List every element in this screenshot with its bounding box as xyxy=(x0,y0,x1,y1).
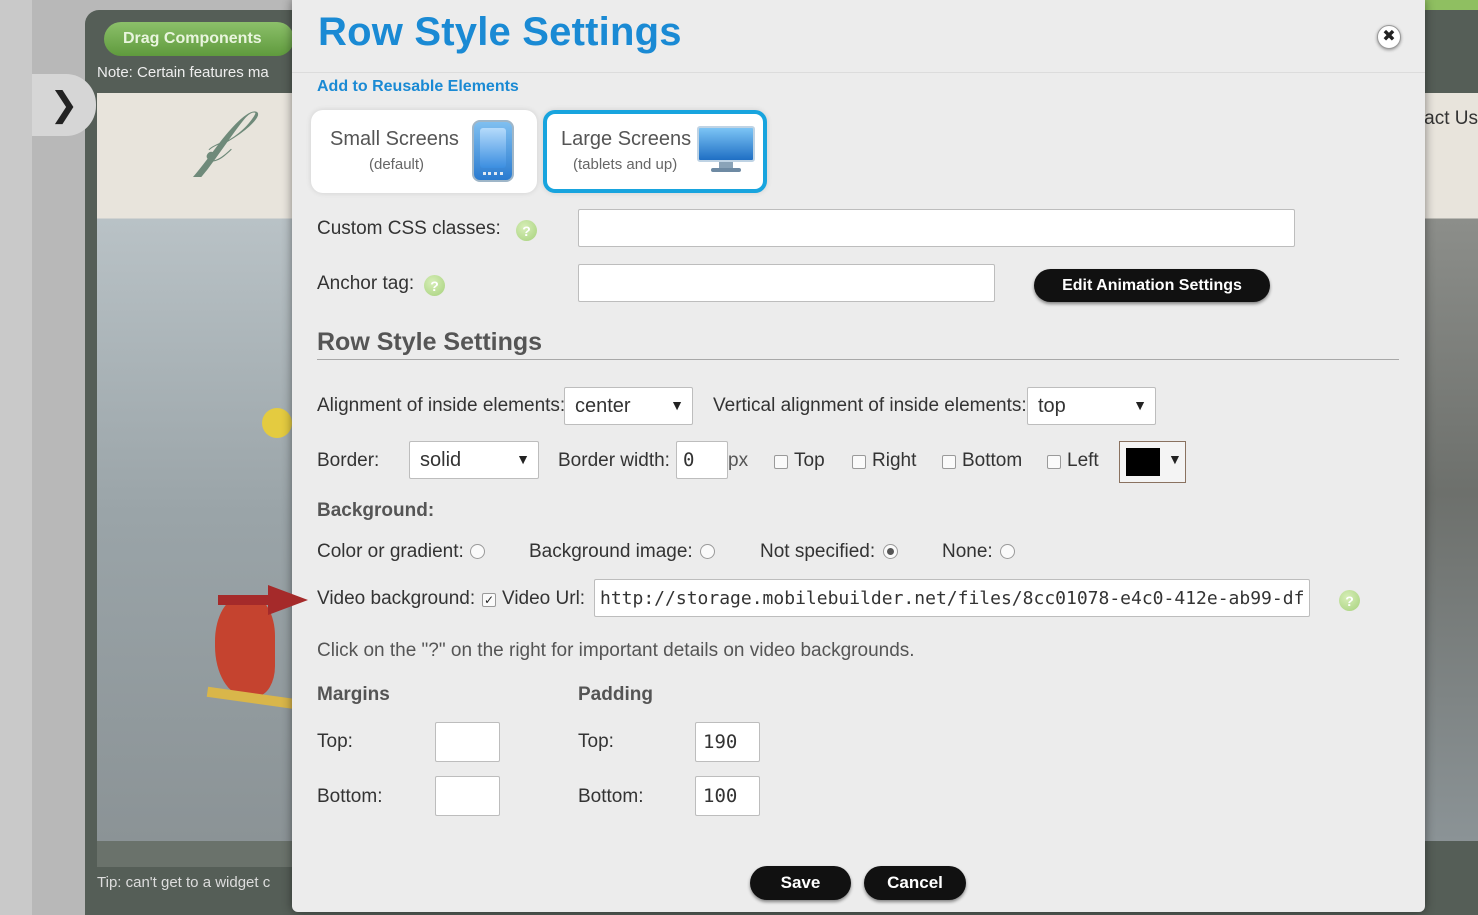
margin-bottom-input[interactable] xyxy=(435,776,500,816)
background-heading: Background: xyxy=(317,500,435,521)
bg-color-radio[interactable] xyxy=(470,544,485,559)
edit-animation-settings-button[interactable]: Edit Animation Settings xyxy=(1034,269,1270,302)
video-url-label: Video Url: xyxy=(502,588,586,609)
border-top-checkbox[interactable] xyxy=(774,455,788,469)
alignment-label: Alignment of inside elements: xyxy=(317,395,566,416)
monitor-icon xyxy=(697,126,755,172)
tab-sublabel: (default) xyxy=(369,156,425,173)
margin-bottom-label: Bottom: xyxy=(317,786,383,807)
video-background-note: Click on the "?" on the right for import… xyxy=(317,640,915,661)
contact-us-nav-link[interactable]: ontact Us xyxy=(1424,108,1478,130)
dialog-header: Row Style Settings ✖ xyxy=(292,0,1425,73)
custom-css-label: Custom CSS classes: xyxy=(317,218,501,239)
border-width-input[interactable] xyxy=(676,441,728,479)
video-background-label: Video background: xyxy=(317,588,476,609)
border-top-label: Top xyxy=(794,450,825,471)
close-button[interactable]: ✖ xyxy=(1377,25,1401,49)
tab-large-screens[interactable]: Large Screens (tablets and up) xyxy=(543,110,767,193)
row-background-photo-right xyxy=(1424,93,1478,841)
border-bottom-checkbox[interactable] xyxy=(942,455,956,469)
dropdown-arrow-icon: ▼ xyxy=(670,397,684,413)
builder-tip: Tip: can't get to a widget c xyxy=(97,874,271,891)
phone-icon xyxy=(472,120,514,182)
border-right-checkbox[interactable] xyxy=(852,455,866,469)
top-right-strip xyxy=(1424,0,1478,10)
padding-top-label: Top: xyxy=(578,731,614,752)
bg-option-image-label: Background image: xyxy=(529,541,693,562)
border-right-label: Right xyxy=(872,450,917,471)
row-style-settings-dialog: Row Style Settings ✖ Add to Reusable Ele… xyxy=(292,0,1425,912)
tab-sublabel: (tablets and up) xyxy=(573,156,678,173)
anchor-tag-input[interactable] xyxy=(578,264,995,302)
bg-none-radio[interactable] xyxy=(1000,544,1015,559)
help-icon[interactable]: ? xyxy=(516,220,537,241)
canvas-bottom-bar xyxy=(97,841,297,867)
left-gutter xyxy=(0,0,32,915)
anchor-tag-label: Anchor tag: xyxy=(317,273,415,294)
border-label: Border: xyxy=(317,450,380,471)
margin-top-label: Top: xyxy=(317,731,353,752)
add-to-reusable-elements-link[interactable]: Add to Reusable Elements xyxy=(317,78,519,96)
tab-small-screens[interactable]: Small Screens (default) xyxy=(311,110,537,193)
border-bottom-label: Bottom xyxy=(962,450,1023,471)
bg-option-not-specified-label: Not specified: xyxy=(760,541,876,562)
border-style-value: solid xyxy=(420,448,462,471)
annotation-arrow-icon xyxy=(218,585,308,615)
custom-css-input[interactable] xyxy=(578,209,1295,247)
padding-bottom-label: Bottom: xyxy=(578,786,644,807)
chevron-right-icon: ❯ xyxy=(49,86,79,124)
border-style-select[interactable]: solid ▼ xyxy=(409,441,539,479)
help-icon[interactable]: ? xyxy=(424,275,445,296)
help-icon[interactable]: ? xyxy=(1339,590,1360,611)
row-background-photo: 𝒻 xyxy=(97,93,298,841)
vertical-alignment-select[interactable]: top ▼ xyxy=(1027,387,1156,425)
border-width-unit: px xyxy=(728,450,749,471)
vertical-alignment-label: Vertical alignment of inside elements: xyxy=(713,395,1027,416)
logo-script-decoration: 𝒻 xyxy=(197,93,231,179)
padding-top-input[interactable] xyxy=(695,722,760,762)
panel-toggle-button[interactable]: ❯ xyxy=(32,74,96,136)
close-icon: ✖ xyxy=(1382,28,1396,45)
color-chip xyxy=(1126,448,1160,476)
dropdown-arrow-icon: ▼ xyxy=(1168,451,1182,467)
border-left-checkbox[interactable] xyxy=(1047,455,1061,469)
tab-label: Large Screens xyxy=(561,128,692,150)
border-left-label: Left xyxy=(1067,450,1099,471)
save-button[interactable]: Save xyxy=(750,866,851,900)
builder-note: Note: Certain features ma xyxy=(97,64,269,81)
pasta-decoration xyxy=(262,408,292,438)
alignment-value: center xyxy=(575,394,631,417)
vertical-alignment-value: top xyxy=(1038,394,1066,417)
bg-not-specified-radio[interactable] xyxy=(883,544,898,559)
border-width-label: Border width: xyxy=(558,450,670,471)
bg-option-none-label: None: xyxy=(942,541,993,562)
bg-image-radio[interactable] xyxy=(700,544,715,559)
section-divider xyxy=(317,359,1399,360)
margins-heading: Margins xyxy=(317,684,390,705)
alignment-select[interactable]: center ▼ xyxy=(564,387,693,425)
video-background-checkbox[interactable]: ✓ xyxy=(482,593,496,607)
tab-label: Small Screens xyxy=(330,128,459,150)
dropdown-arrow-icon: ▼ xyxy=(1133,397,1147,413)
padding-bottom-input[interactable] xyxy=(695,776,760,816)
border-color-picker[interactable]: ▼ xyxy=(1119,441,1186,483)
dropdown-arrow-icon: ▼ xyxy=(516,451,530,467)
margin-top-input[interactable] xyxy=(435,722,500,762)
dialog-title: Row Style Settings xyxy=(318,10,682,54)
section-title: Row Style Settings xyxy=(317,328,543,356)
padding-heading: Padding xyxy=(578,684,653,705)
drag-components-button[interactable]: Drag Components xyxy=(104,22,294,56)
video-url-input[interactable] xyxy=(594,579,1310,617)
bg-option-color-label: Color or gradient: xyxy=(317,541,464,562)
cancel-button[interactable]: Cancel xyxy=(864,866,966,900)
